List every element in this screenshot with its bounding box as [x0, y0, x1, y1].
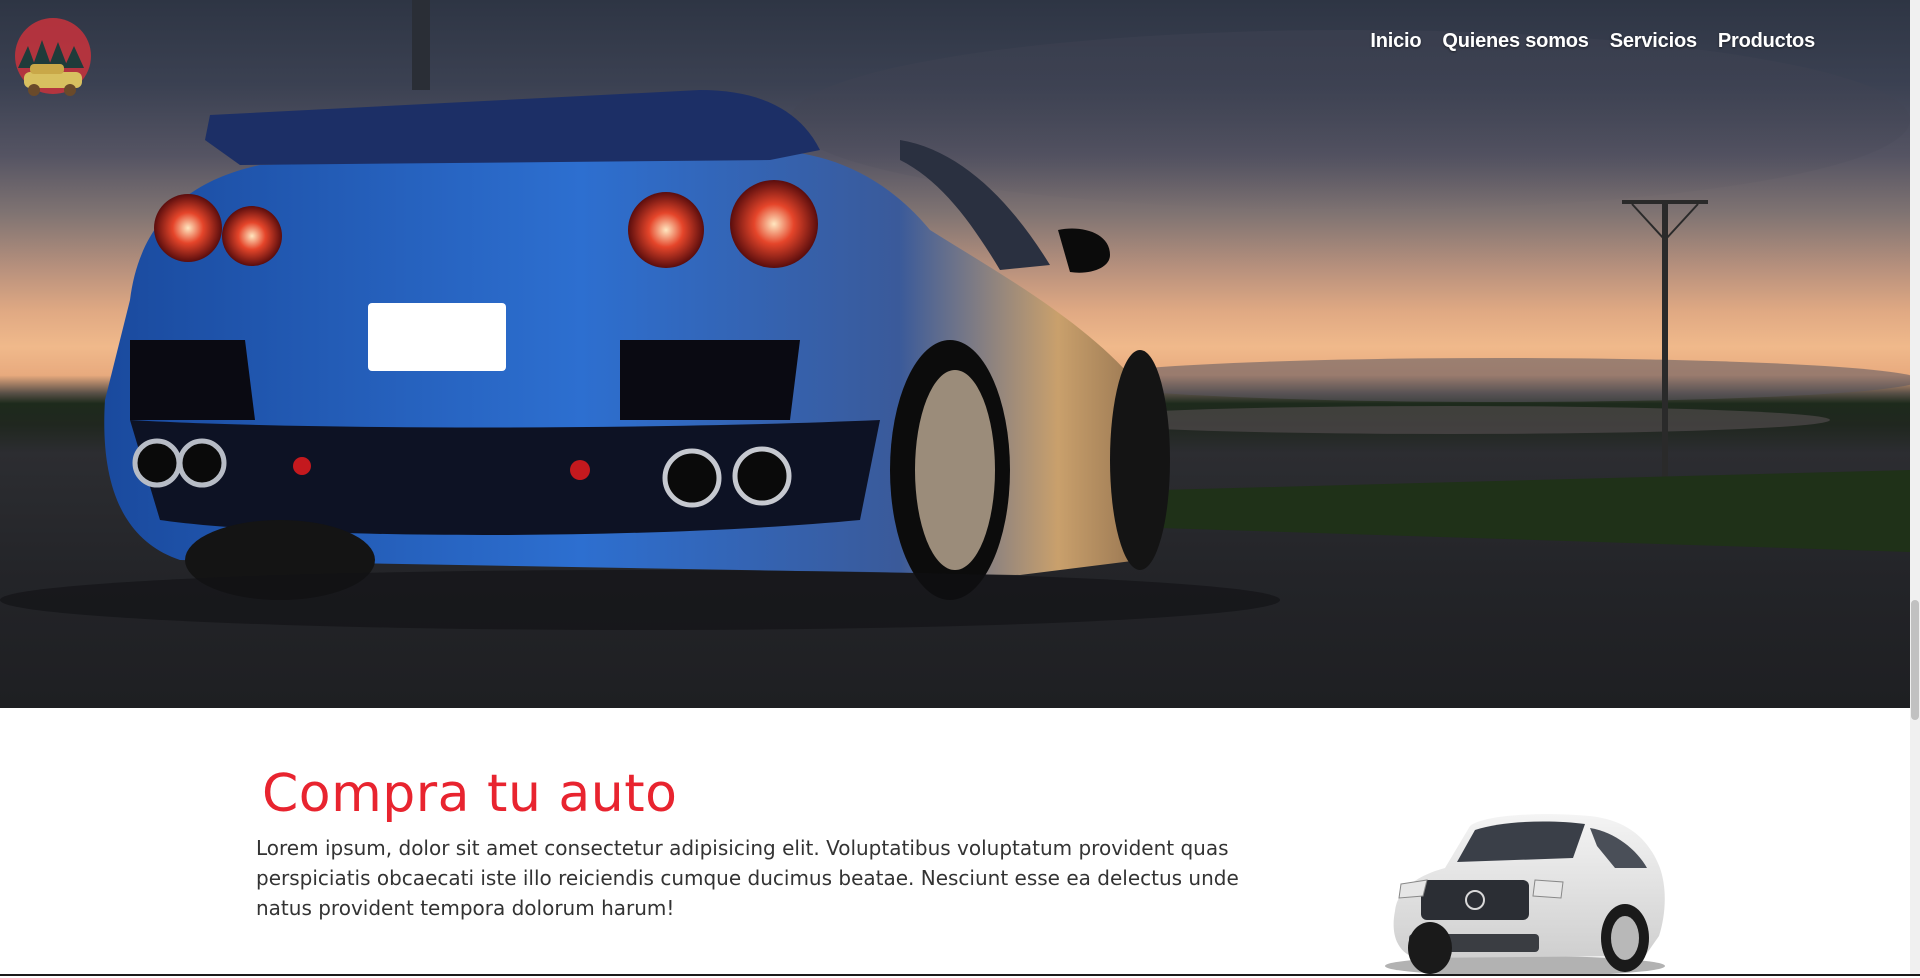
nav-link-inicio[interactable]: Inicio	[1370, 30, 1421, 53]
scrollbar-thumb[interactable]	[1911, 600, 1919, 720]
suv-image	[1385, 814, 1665, 976]
nav-link-quienes-somos[interactable]: Quienes somos	[1442, 30, 1589, 53]
section-title: Compra tu auto	[262, 764, 678, 824]
brand-logo[interactable]	[10, 16, 96, 106]
hero-image	[0, 0, 1910, 630]
hero-banner: Inicio Quienes somos Servicios Productos	[0, 0, 1910, 708]
main-navigation: Inicio Quienes somos Servicios Productos	[1370, 30, 1815, 53]
vertical-scrollbar[interactable]	[1910, 0, 1920, 976]
section-description: Lorem ipsum, dolor sit amet consectetur …	[256, 836, 1239, 920]
car-logo-icon	[15, 18, 91, 96]
nav-link-productos[interactable]: Productos	[1718, 30, 1815, 53]
buy-car-section: Compra tu auto Lorem ipsum, dolor sit am…	[0, 708, 1910, 976]
nav-link-servicios[interactable]: Servicios	[1610, 30, 1697, 53]
